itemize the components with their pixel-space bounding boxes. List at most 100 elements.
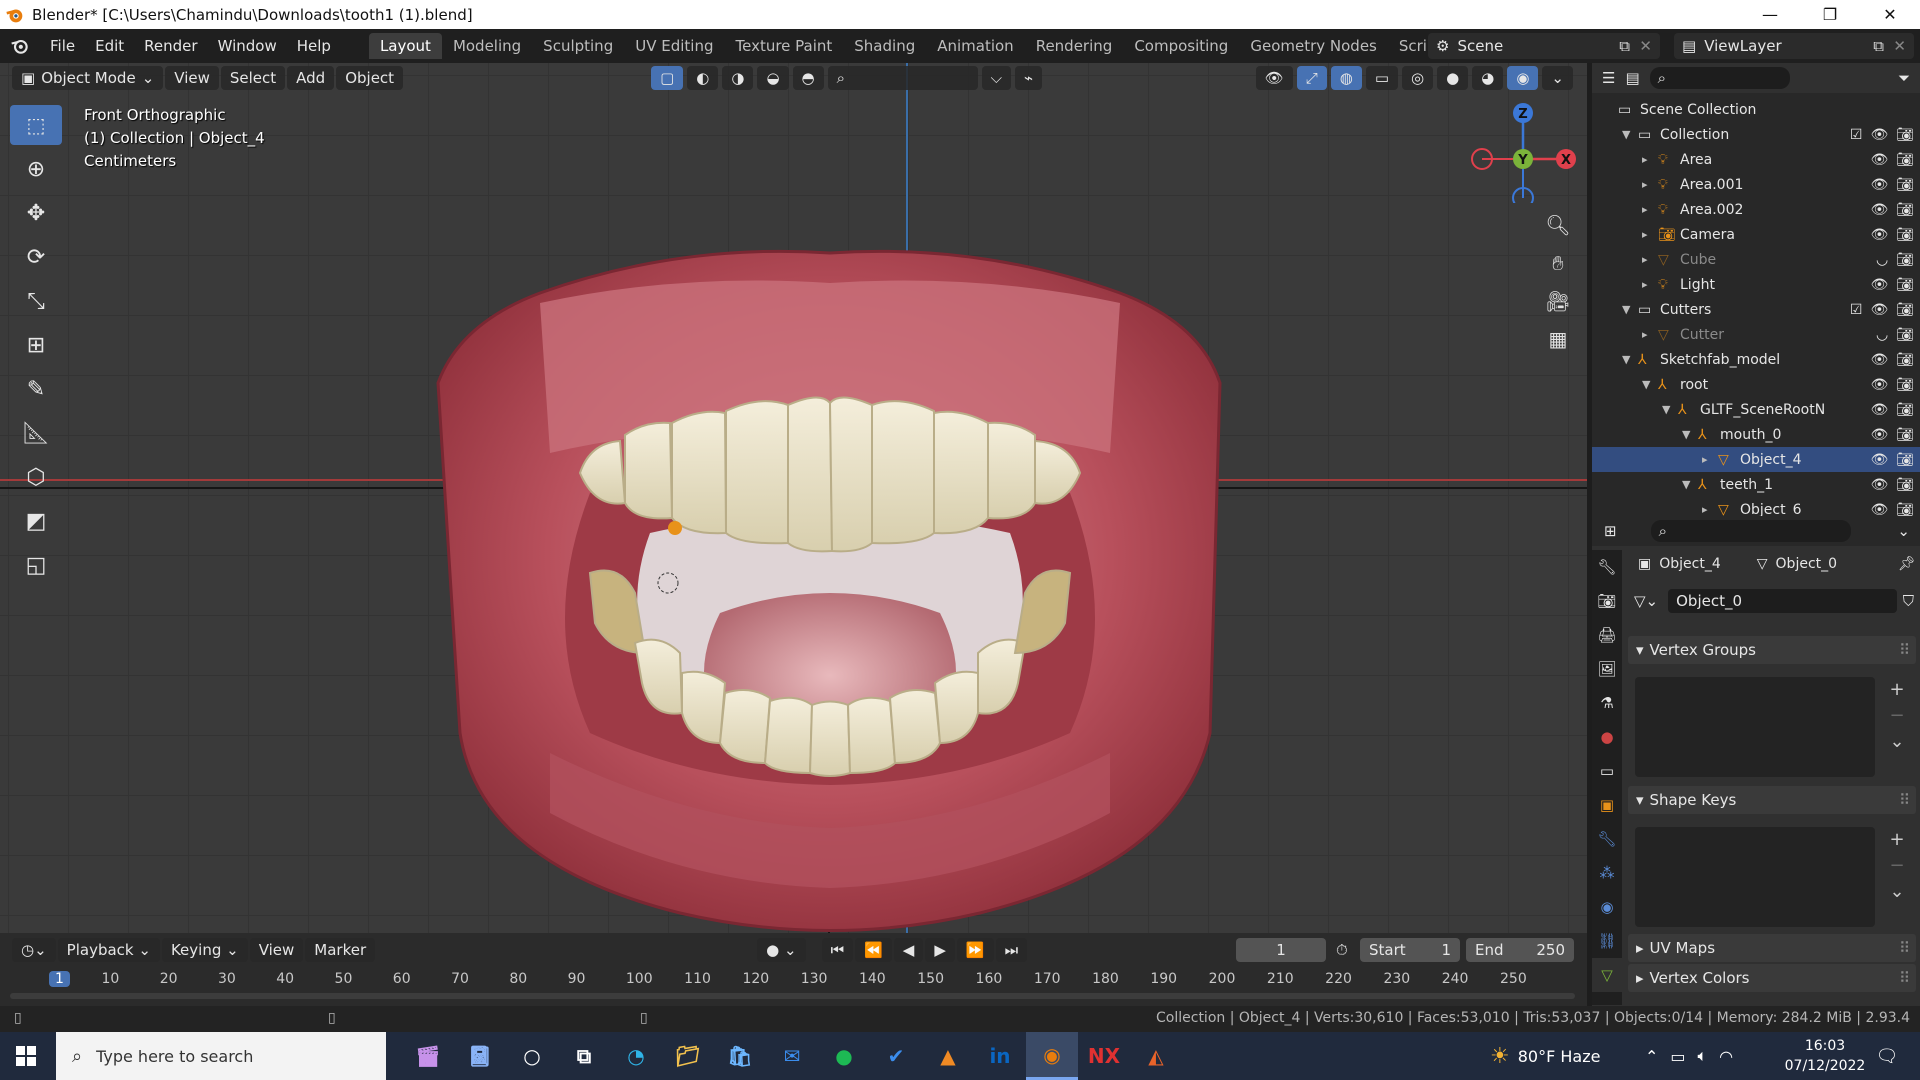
- select-subtract-icon[interactable]: ◑: [722, 66, 754, 90]
- exclude-checkbox[interactable]: ☑: [1850, 302, 1863, 318]
- new-scene-icon[interactable]: ⧉: [1619, 37, 1630, 55]
- eye-icon[interactable]: 👁︎: [1870, 227, 1888, 243]
- vertex-groups-panel-header[interactable]: ▾ Vertex Groups ⠿: [1628, 636, 1916, 664]
- select-box-tool[interactable]: ⬚: [10, 105, 62, 145]
- outliner-row[interactable]: ▼ ▭ Collection ☑ 👁︎ 📷︎: [1592, 122, 1920, 147]
- eye-icon[interactable]: 👁︎: [1870, 377, 1888, 393]
- chevron-right-icon[interactable]: ▸: [1642, 153, 1658, 166]
- vertex-colors-panel-header[interactable]: ▸ Vertex Colors ⠿: [1628, 964, 1916, 992]
- tab-shading[interactable]: Shading: [843, 33, 926, 59]
- outliner-row[interactable]: ▸ 💡︎ Area.001 👁︎ 📷︎: [1592, 172, 1920, 197]
- measure-tool[interactable]: 📐︎: [10, 413, 62, 453]
- outliner-row[interactable]: ▸ 💡︎ Area 👁︎ 📷︎: [1592, 147, 1920, 172]
- menu-edit[interactable]: Edit: [85, 29, 134, 63]
- render-visibility-icon[interactable]: 📷︎: [1896, 277, 1914, 293]
- menu-file[interactable]: File: [40, 29, 85, 63]
- render-visibility-icon[interactable]: 📷︎: [1896, 477, 1914, 493]
- render-visibility-icon[interactable]: 📷︎: [1896, 202, 1914, 218]
- tab-rendering[interactable]: Rendering: [1025, 33, 1124, 59]
- eye-icon[interactable]: 👁︎: [1870, 177, 1888, 193]
- select-intersect-icon[interactable]: ◓: [792, 66, 824, 90]
- 3d-viewport[interactable]: Z X Y 🔍︎ ✋︎ 🎥︎ ▦ Front Orthographic (1) …: [0, 63, 1587, 933]
- timeline-editor-type[interactable]: ◷⌄: [12, 938, 56, 962]
- eye-icon[interactable]: 👁︎: [1870, 277, 1888, 293]
- render-visibility-icon[interactable]: 📷︎: [1896, 302, 1914, 318]
- tab-uv-editing[interactable]: UV Editing: [624, 33, 724, 59]
- task-view-taskbar-button[interactable]: ⧉: [558, 1032, 610, 1080]
- tab-compositing[interactable]: Compositing: [1123, 33, 1239, 59]
- notification-center-button[interactable]: 🗨︎: [1862, 1032, 1912, 1080]
- auto-keying-button[interactable]: ● ⌄: [757, 938, 806, 962]
- outliner-row[interactable]: ▸ 📷︎ Camera 👁︎ 📷︎: [1592, 222, 1920, 247]
- object-tab[interactable]: ▣: [1592, 788, 1622, 822]
- chevron-right-icon[interactable]: ▸: [1642, 253, 1658, 266]
- stopwatch-icon[interactable]: ⏱: [1336, 941, 1348, 959]
- outliner-row[interactable]: ▼ ⅄ GLTF_SceneRootN 👁︎ 📷︎: [1592, 397, 1920, 422]
- rotate-tool[interactable]: ⟳: [10, 237, 62, 277]
- editor-type-icon[interactable]: ⊞: [1604, 522, 1617, 540]
- scale-tool[interactable]: ⤡: [10, 281, 62, 321]
- drag-handle-icon[interactable]: ⠿: [1899, 641, 1910, 659]
- jump-start-icon[interactable]: ⏮: [821, 938, 854, 962]
- tab-geometry-nodes[interactable]: Geometry Nodes: [1239, 33, 1388, 59]
- eye-icon[interactable]: 👁︎: [1870, 127, 1888, 143]
- bevel-tool[interactable]: ◱: [10, 545, 62, 585]
- edge-taskbar-button[interactable]: ◔: [610, 1032, 662, 1080]
- add-vertex-group-button[interactable]: +: [1885, 677, 1909, 703]
- eye-icon[interactable]: 👁︎: [1870, 202, 1888, 218]
- filter-icon[interactable]: ⏷: [1898, 69, 1910, 87]
- file-explorer-taskbar-button[interactable]: 📁︎: [662, 1032, 714, 1080]
- mail-taskbar-button[interactable]: ✉: [766, 1032, 818, 1080]
- chevron-right-icon[interactable]: ▸: [1642, 278, 1658, 291]
- tab-animation[interactable]: Animation: [926, 33, 1024, 59]
- drag-handle-icon[interactable]: ⠿: [1899, 969, 1910, 987]
- eye-icon[interactable]: 👁︎: [1870, 352, 1888, 368]
- view-layer-selector[interactable]: ▤ ViewLayer ⧉ ✕: [1674, 33, 1914, 59]
- rendered-shading-icon[interactable]: ◉: [1507, 66, 1539, 90]
- cortana-taskbar-button[interactable]: ○: [506, 1032, 558, 1080]
- constraints-tab[interactable]: ⛓: [1592, 924, 1622, 958]
- chevron-up-icon[interactable]: ⌃: [1645, 1047, 1658, 1066]
- chevron-right-icon[interactable]: ▸: [1642, 228, 1658, 241]
- blender-menu-button[interactable]: [0, 36, 40, 56]
- todo-taskbar-button[interactable]: ✔: [870, 1032, 922, 1080]
- notepad-taskbar-button[interactable]: 📓︎: [454, 1032, 506, 1080]
- chevron-down-icon[interactable]: ▼: [1642, 378, 1658, 391]
- outliner-search-field[interactable]: ⌕: [1649, 67, 1790, 89]
- weather-widget[interactable]: ☀ 80°F Haze: [1490, 1032, 1600, 1080]
- pan-hand-icon[interactable]: ✋︎: [1540, 251, 1576, 289]
- clapper-taskbar-button[interactable]: 🎬︎: [402, 1032, 454, 1080]
- viewport-menu-add[interactable]: Add: [287, 66, 335, 90]
- properties-search-field[interactable]: ⌕: [1650, 520, 1851, 542]
- exclude-checkbox[interactable]: ☑: [1850, 127, 1863, 143]
- outliner-row[interactable]: ▸ 💡︎ Light 👁︎ 📷︎: [1592, 272, 1920, 297]
- scene-selector[interactable]: ⚙ Scene ⧉ ✕: [1428, 33, 1660, 59]
- vertex-groups-list[interactable]: [1635, 677, 1875, 777]
- render-visibility-icon[interactable]: 📷︎: [1896, 377, 1914, 393]
- wireframe-shading-icon[interactable]: ◎: [1402, 66, 1434, 90]
- render-visibility-icon[interactable]: 📷︎: [1896, 177, 1914, 193]
- menu-help[interactable]: Help: [287, 29, 341, 63]
- eye-icon[interactable]: 👁︎: [1870, 402, 1888, 418]
- shape-keys-list[interactable]: [1635, 827, 1875, 927]
- clock[interactable]: 16:03 07/12/2022: [1775, 1036, 1875, 1076]
- chevron-down-icon[interactable]: ▼: [1662, 403, 1678, 416]
- outliner-row[interactable]: ▼ ⅄ Sketchfab_model 👁︎ 📷︎: [1592, 347, 1920, 372]
- mesh-data-tab[interactable]: ▽: [1592, 958, 1622, 992]
- orthographic-grid-icon[interactable]: ▦: [1540, 327, 1576, 365]
- display-mode-icon[interactable]: ▤: [1625, 69, 1639, 87]
- fake-user-shield-icon[interactable]: ⛉: [1903, 592, 1914, 610]
- play-reverse-icon[interactable]: ◀: [893, 938, 924, 962]
- view-layer-tab[interactable]: 🖼︎: [1592, 652, 1622, 686]
- viewport-menu-object[interactable]: Object: [336, 66, 404, 90]
- output-tab[interactable]: 🖨︎: [1592, 618, 1622, 652]
- outliner-row[interactable]: ▸ ▽ Cube ◡ 📷︎: [1592, 247, 1920, 272]
- play-icon[interactable]: ▶: [925, 938, 955, 962]
- physics-tab[interactable]: ◉: [1592, 890, 1622, 924]
- menu-render[interactable]: Render: [134, 29, 207, 63]
- modifier-tab[interactable]: 🔧︎: [1592, 822, 1622, 856]
- new-view-layer-icon[interactable]: ⧉: [1873, 37, 1884, 55]
- jump-keyframe-back-icon[interactable]: ⏪: [855, 938, 892, 962]
- start-frame-field[interactable]: Start 1: [1360, 938, 1460, 962]
- chevron-right-icon[interactable]: ▸: [1702, 503, 1718, 516]
